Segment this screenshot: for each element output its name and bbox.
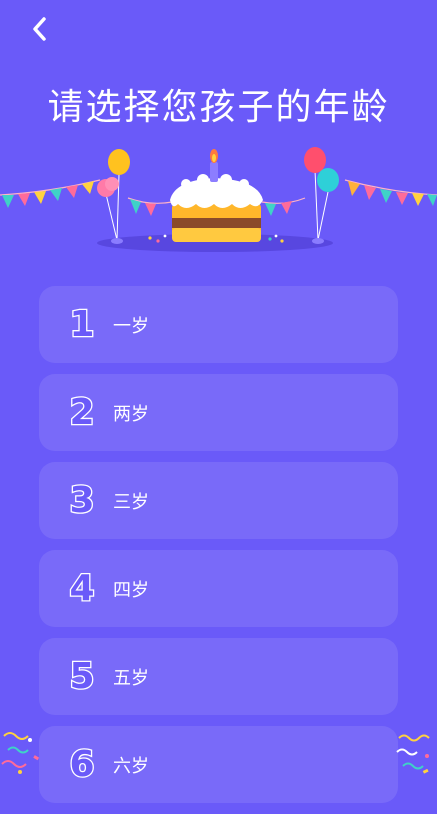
age-option-5[interactable]: 5 五岁 (39, 638, 398, 715)
age-list: 1 一岁 2 两岁 3 三岁 4 四岁 5 五岁 6 六岁 (39, 286, 398, 814)
number-1-icon: 1 (68, 302, 96, 346)
age-option-6[interactable]: 6 六岁 (39, 726, 398, 803)
age-label: 两岁 (113, 403, 149, 425)
number-6-icon: 6 (68, 742, 96, 786)
age-option-2[interactable]: 2 两岁 (39, 374, 398, 451)
age-label: 三岁 (113, 491, 149, 513)
confetti-right-decoration (396, 734, 430, 774)
age-label: 一岁 (113, 315, 149, 337)
number-2-icon: 2 (68, 390, 96, 434)
age-option-3[interactable]: 3 三岁 (39, 462, 398, 539)
number-4-icon: 4 (68, 566, 96, 610)
page-title: 请选择您孩子的年龄 (47, 87, 390, 128)
birthday-cake-illustration (0, 147, 437, 252)
age-label: 五岁 (113, 667, 149, 689)
number-3-icon: 3 (68, 478, 96, 522)
back-button[interactable] (26, 14, 52, 44)
age-label: 四岁 (113, 579, 149, 601)
number-5-icon: 5 (68, 654, 96, 698)
confetti-left-decoration (1, 732, 40, 774)
age-option-1[interactable]: 1 一岁 (39, 286, 398, 363)
chevron-left-icon (33, 17, 46, 41)
age-option-4[interactable]: 4 四岁 (39, 550, 398, 627)
age-label: 六岁 (113, 755, 149, 777)
